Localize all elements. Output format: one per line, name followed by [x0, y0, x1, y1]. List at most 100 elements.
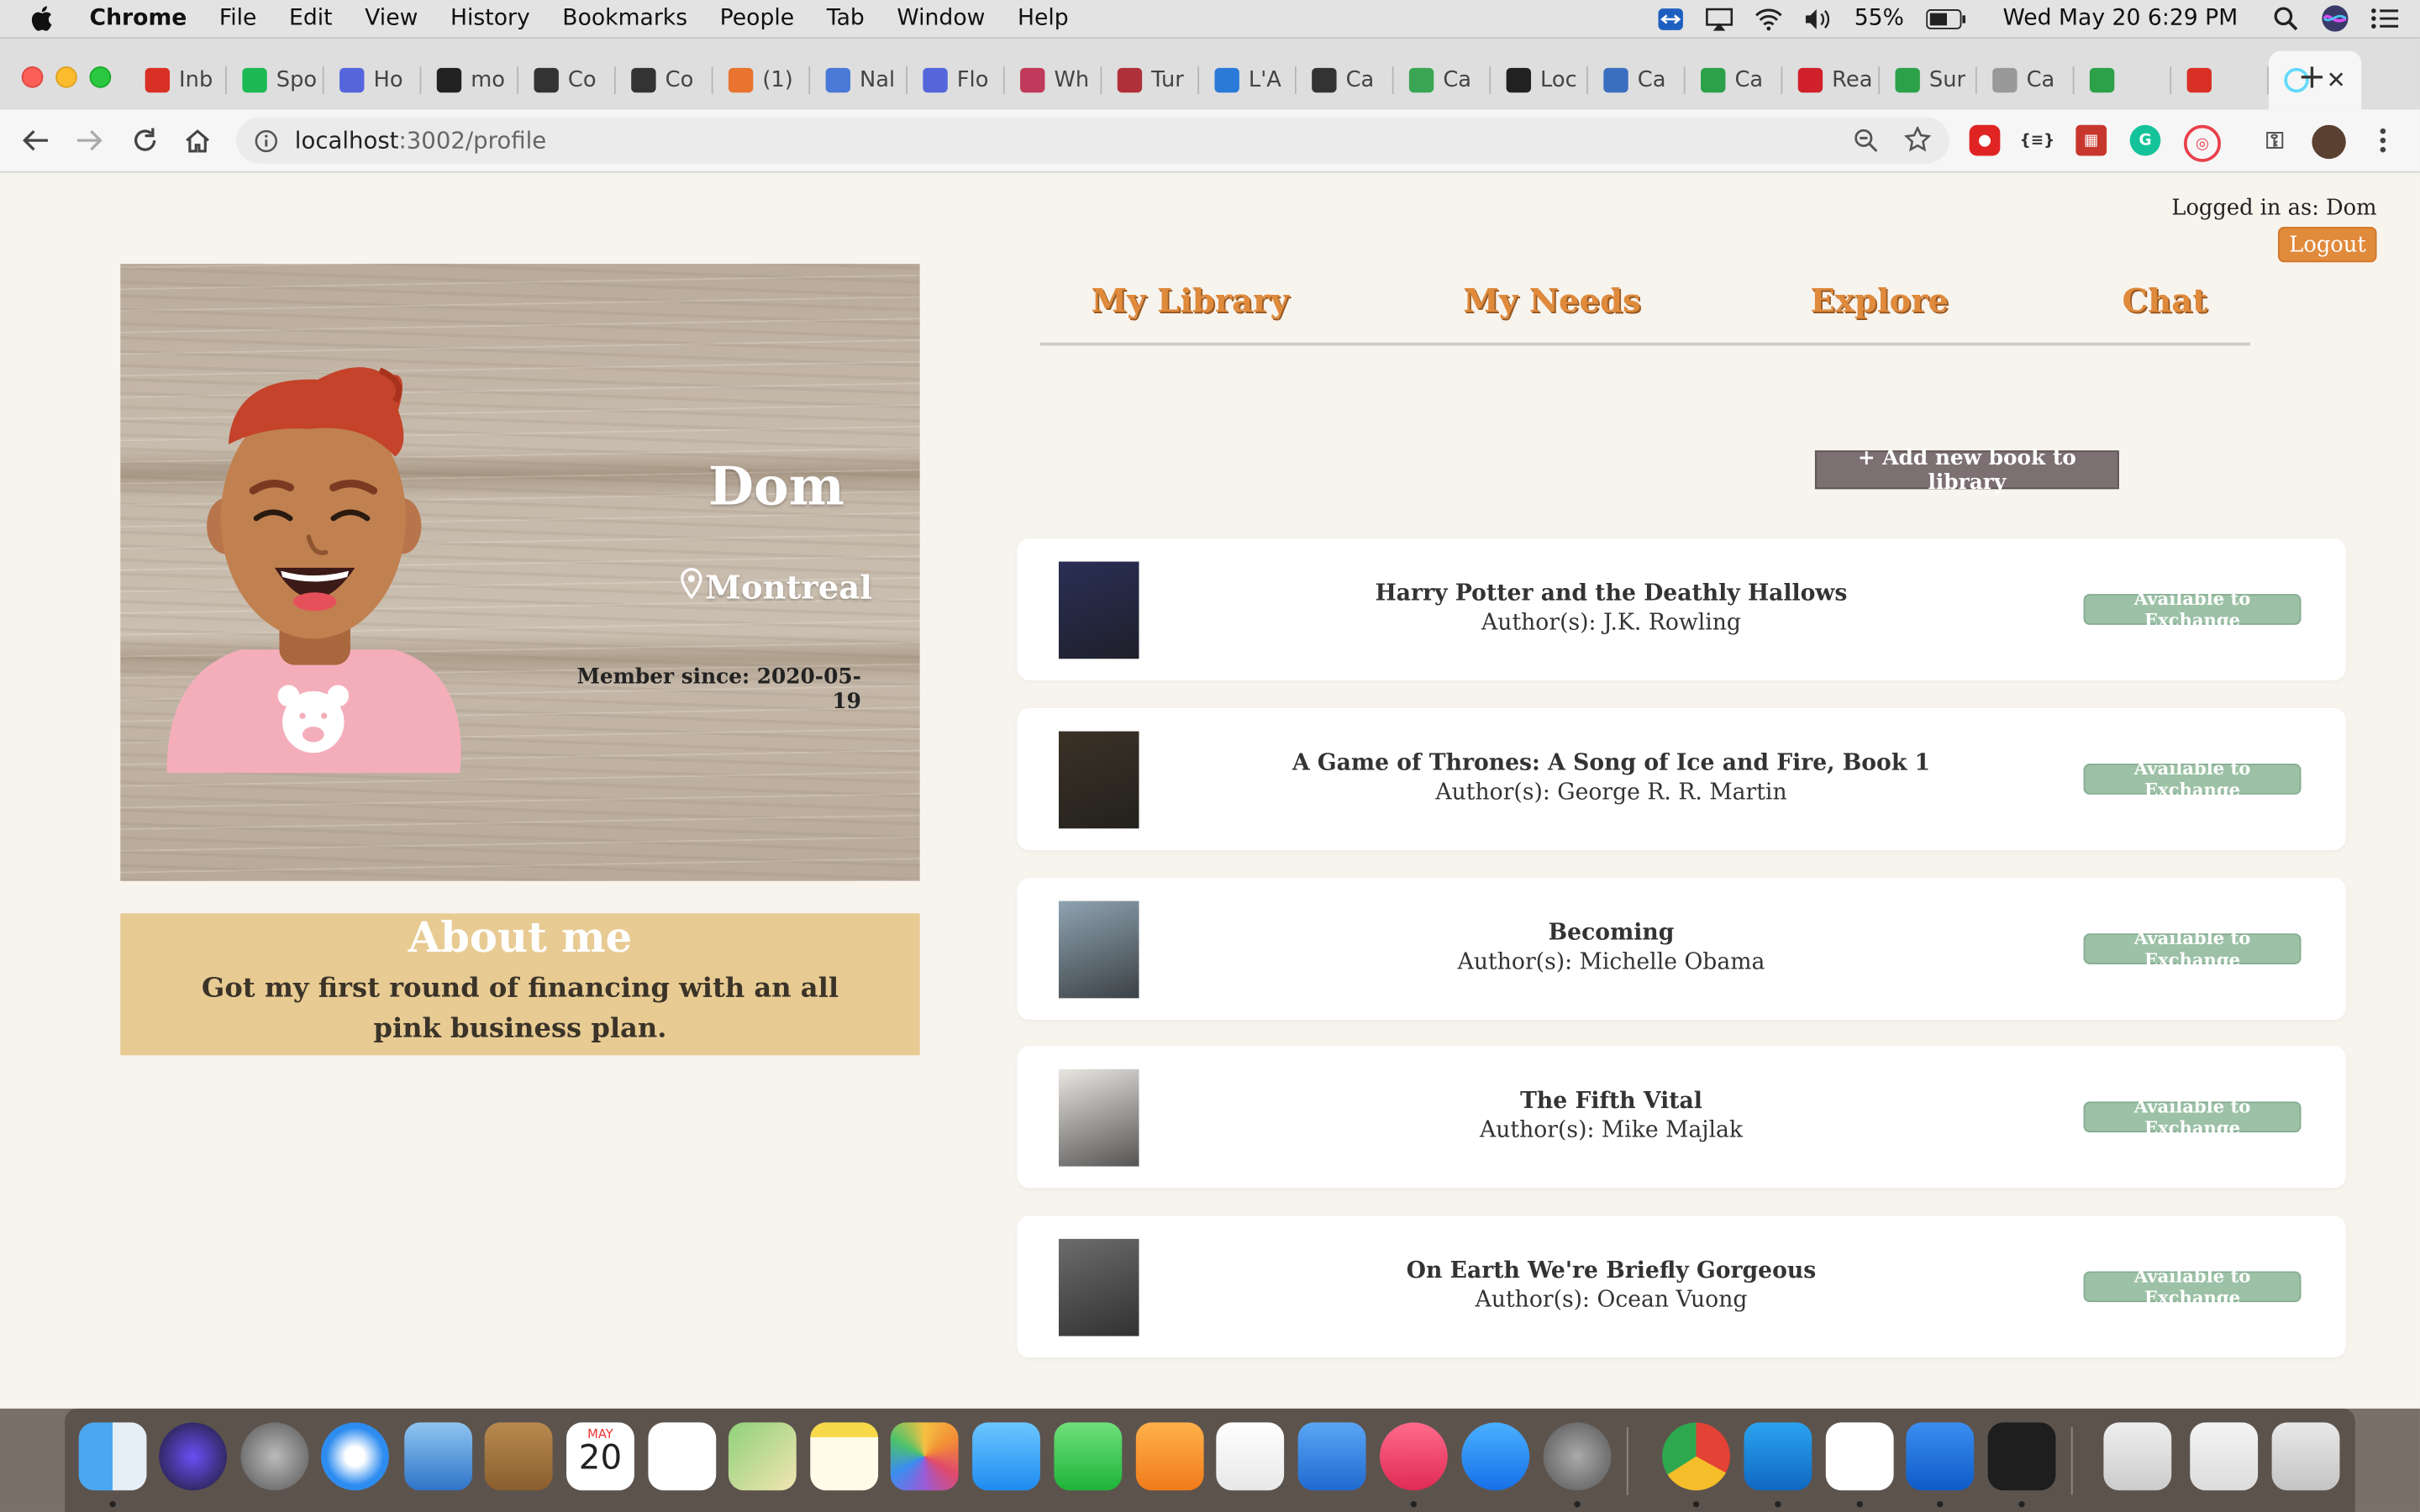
- browser-tab[interactable]: Spo: [227, 51, 324, 110]
- dock-pages-icon[interactable]: [1135, 1422, 1204, 1491]
- browser-tab[interactable]: Inb: [129, 51, 227, 110]
- menu-people[interactable]: People: [720, 6, 795, 30]
- zoom-window-button[interactable]: [89, 66, 112, 88]
- book-cover-image[interactable]: [1058, 1238, 1139, 1336]
- apple-icon[interactable]: [31, 3, 62, 34]
- dock-slack-icon[interactable]: [1825, 1422, 1894, 1491]
- browser-tab[interactable]: L'A: [1199, 51, 1297, 110]
- browser-tab[interactable]: Nal: [810, 51, 908, 110]
- zoom-icon[interactable]: [1854, 128, 1878, 159]
- wifi-icon[interactable]: [1755, 6, 1783, 30]
- back-button[interactable]: [20, 125, 51, 156]
- dock-safari-icon[interactable]: [321, 1422, 389, 1491]
- browser-tab[interactable]: Wh: [1005, 51, 1102, 110]
- dock-numbers-icon[interactable]: [1216, 1422, 1285, 1491]
- browser-tab[interactable]: Ca: [1686, 51, 1783, 110]
- picture-extension-icon[interactable]: ▦: [2075, 124, 2107, 156]
- dock-maps-icon[interactable]: [728, 1422, 797, 1491]
- clock[interactable]: Wed May 20 6:29 PM: [2002, 6, 2238, 30]
- dock-terminal-icon[interactable]: [1987, 1422, 2056, 1491]
- book-cover-image[interactable]: [1058, 900, 1139, 999]
- battery-icon[interactable]: [1925, 6, 1966, 30]
- book-cover-image[interactable]: [1058, 731, 1139, 829]
- dock-calendar-icon[interactable]: MAY 20: [566, 1422, 634, 1491]
- browser-tab[interactable]: Ho: [324, 51, 422, 110]
- dock-app-store-icon[interactable]: [1461, 1422, 1530, 1491]
- availability-badge[interactable]: Available to Exchange: [2083, 927, 2302, 970]
- dock-photos-icon[interactable]: [890, 1422, 959, 1491]
- dock-keynote-icon[interactable]: [1297, 1422, 1366, 1491]
- profile-avatar[interactable]: [2312, 124, 2346, 160]
- dock-user-folder-icon[interactable]: [2103, 1422, 2172, 1491]
- menu-bookmarks[interactable]: Bookmarks: [562, 6, 687, 30]
- dock-chrome-icon[interactable]: [1662, 1422, 1730, 1491]
- dock-messages-icon[interactable]: [972, 1422, 1040, 1491]
- address-bar[interactable]: localhost:3002/profile: [236, 117, 1949, 164]
- menu-window[interactable]: Window: [897, 6, 985, 30]
- dock-facetime-icon[interactable]: [1054, 1422, 1123, 1491]
- menu-file[interactable]: File: [219, 6, 257, 30]
- grammarly-extension-icon[interactable]: G: [2129, 124, 2161, 156]
- adblock-extension-icon[interactable]: ●: [1969, 124, 2001, 156]
- logout-button[interactable]: Logout: [2278, 226, 2377, 263]
- dock-teamviewer-icon[interactable]: [1906, 1422, 1975, 1491]
- nav-my-needs[interactable]: My Needs: [1463, 281, 1641, 319]
- browser-tab[interactable]: Ca: [1297, 51, 1394, 110]
- add-book-button[interactable]: + Add new book to library: [1814, 445, 2119, 495]
- spotlight-search-icon[interactable]: [2272, 6, 2300, 31]
- browser-tab[interactable]: Loc: [1491, 51, 1588, 110]
- browser-tab[interactable]: [2171, 51, 2269, 110]
- siri-icon[interactable]: [2321, 5, 2349, 32]
- book-card[interactable]: A Game of Thrones: A Song of Ice and Fir…: [1017, 708, 2346, 851]
- availability-badge[interactable]: Available to Exchange: [2083, 758, 2302, 801]
- browser-tab[interactable]: [2075, 51, 2172, 110]
- nav-my-library[interactable]: My Library: [1092, 281, 1289, 319]
- browser-tab[interactable]: Co: [518, 51, 616, 110]
- availability-badge[interactable]: Available to Exchange: [2083, 588, 2302, 631]
- menu-view[interactable]: View: [365, 6, 418, 30]
- dock-mail-icon[interactable]: [404, 1422, 473, 1491]
- browser-tab[interactable]: Flo: [908, 51, 1005, 110]
- site-info-icon[interactable]: [255, 128, 279, 152]
- browser-tab[interactable]: Rea: [1782, 51, 1881, 110]
- dock-reminders-icon[interactable]: [648, 1422, 717, 1491]
- dock-notes-icon[interactable]: [810, 1422, 879, 1491]
- json-extension-icon[interactable]: {≡}: [2020, 125, 2055, 156]
- dock-music-icon[interactable]: [1380, 1422, 1448, 1491]
- bookmark-star-icon[interactable]: [1903, 125, 1932, 160]
- dock-vscode-icon[interactable]: [1744, 1422, 1812, 1491]
- close-tab-icon[interactable]: ✕: [2327, 66, 2346, 94]
- close-window-button[interactable]: [21, 66, 44, 88]
- dock-contacts-icon[interactable]: [484, 1422, 553, 1491]
- browser-tab[interactable]: Sur: [1880, 51, 1977, 110]
- browser-tab[interactable]: Co: [616, 51, 713, 110]
- menu-app-name[interactable]: Chrome: [90, 6, 187, 30]
- menu-help[interactable]: Help: [1018, 6, 1069, 30]
- book-cover-image[interactable]: [1058, 561, 1139, 659]
- reload-button[interactable]: [129, 125, 160, 156]
- airplay-icon[interactable]: [1706, 6, 1733, 30]
- menu-edit[interactable]: Edit: [289, 6, 333, 30]
- notification-center-icon[interactable]: [2370, 6, 2399, 30]
- browser-tab[interactable]: (1): [713, 51, 811, 110]
- book-card[interactable]: On Earth We're Briefly Gorgeous Author(s)…: [1017, 1215, 2346, 1358]
- dock-siri-icon[interactable]: [159, 1422, 227, 1491]
- book-card[interactable]: Harry Potter and the Deathly Hallows Auth…: [1017, 538, 2346, 680]
- chrome-menu-icon[interactable]: [2367, 125, 2398, 156]
- browser-tab[interactable]: Tur: [1102, 51, 1200, 110]
- forward-button[interactable]: [74, 125, 105, 156]
- key-icon[interactable]: ⚿: [2260, 125, 2291, 156]
- nav-chat[interactable]: Chat: [2122, 281, 2207, 319]
- browser-tab[interactable]: Ca: [1588, 51, 1686, 110]
- dock-trash-icon[interactable]: [2271, 1422, 2340, 1491]
- menu-history[interactable]: History: [450, 6, 530, 30]
- dock-system-preferences-icon[interactable]: [1543, 1422, 1612, 1491]
- browser-tab[interactable]: Ca: [1977, 51, 2075, 110]
- dock-finder-icon[interactable]: [78, 1422, 147, 1491]
- browser-tab[interactable]: Ca: [1394, 51, 1491, 110]
- availability-badge[interactable]: Available to Exchange: [2083, 1265, 2302, 1309]
- book-card[interactable]: Becoming Author(s): Michelle Obama Availab…: [1017, 878, 2346, 1021]
- book-cover-image[interactable]: [1058, 1068, 1139, 1167]
- nav-explore[interactable]: Explore: [1810, 281, 1949, 319]
- home-button[interactable]: [182, 125, 213, 156]
